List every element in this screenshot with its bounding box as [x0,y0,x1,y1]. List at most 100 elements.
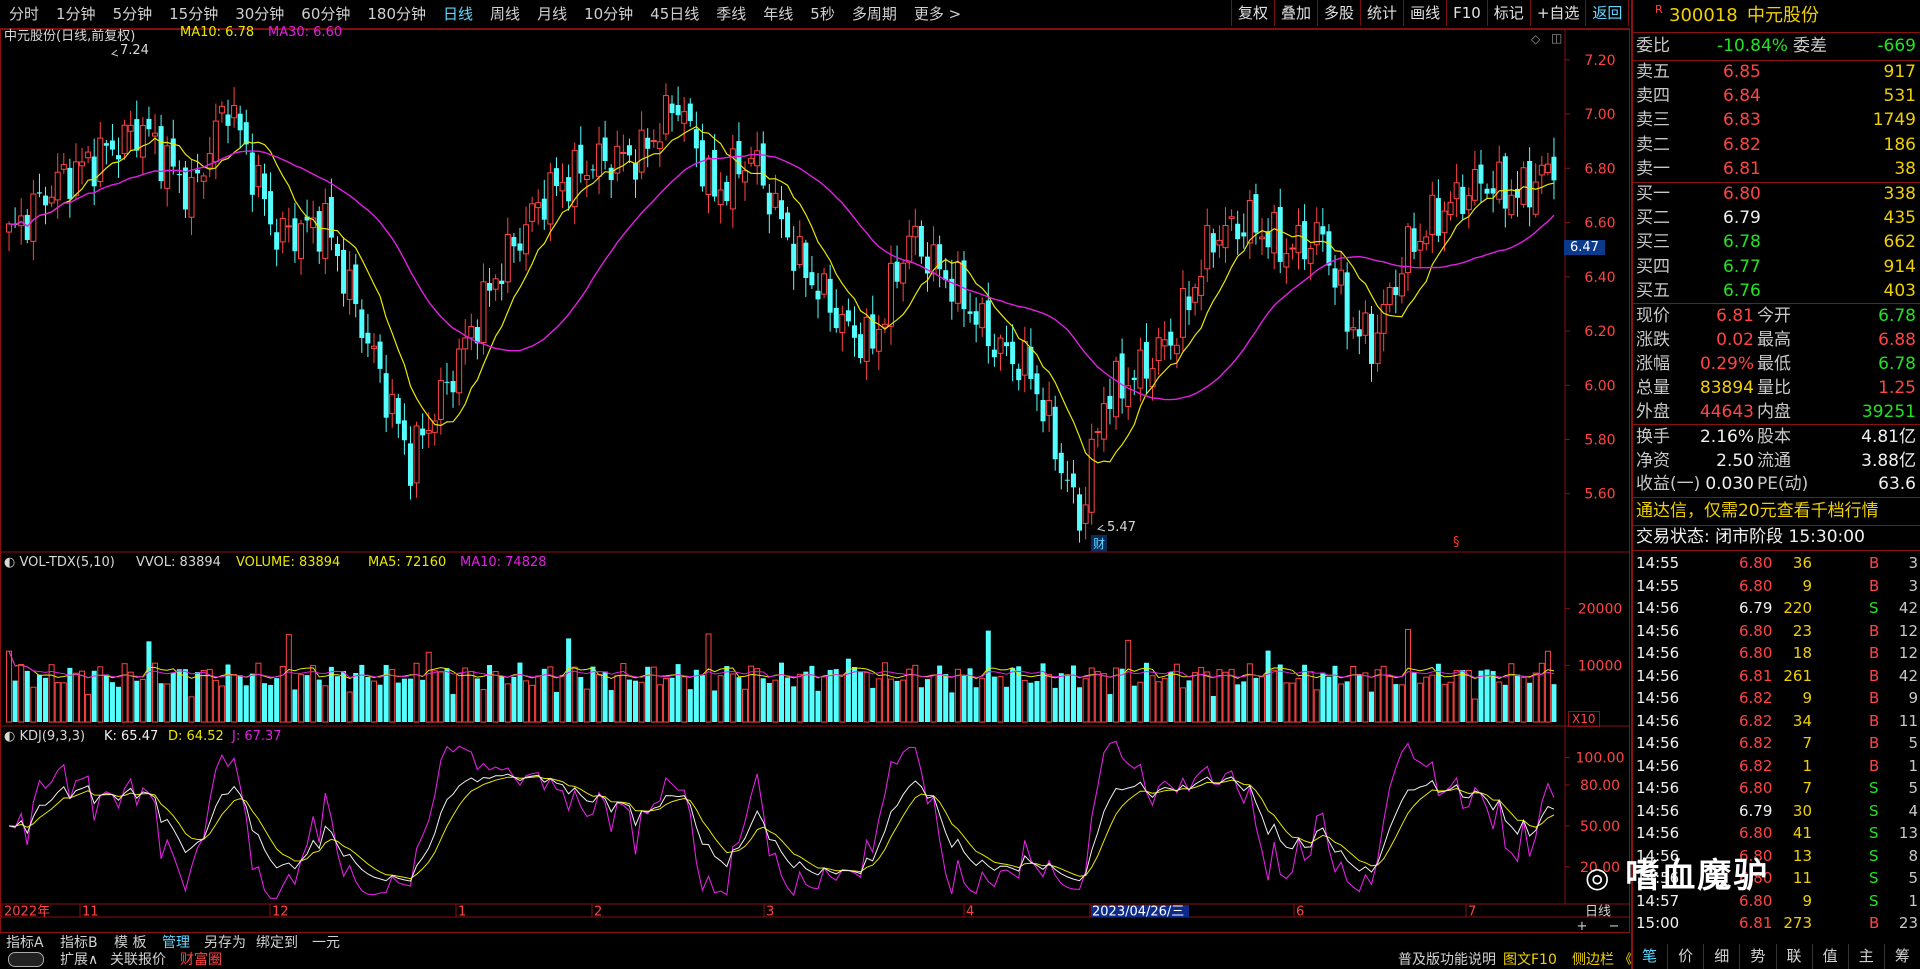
bottom-tab-3[interactable]: 管理 [162,934,190,952]
period-tab-3[interactable]: 15分钟 [160,0,226,28]
side-tab-6[interactable]: 主 [1847,944,1884,969]
period-tab-10[interactable]: 10分钟 [575,0,641,28]
period-tab-2[interactable]: 5分钟 [104,0,161,28]
volume-bar [511,676,517,722]
promo-text[interactable]: 通达信，仅需20元查看千档行情 [1636,500,1879,523]
side-tab-7[interactable]: 筹 [1883,944,1920,969]
stat-label: 净资 [1636,450,1670,471]
side-tab-2[interactable]: 细 [1703,944,1739,969]
level-volume: 186 [1883,134,1916,155]
promo-row[interactable]: 通达信，仅需20元查看千档行情 [1633,500,1920,523]
toolbar-button-2[interactable]: 多股 [1317,0,1362,26]
period-tab-8[interactable]: 周线 [481,0,528,28]
toolbar-button-0[interactable]: 复权 [1231,0,1276,26]
candle-body [420,428,426,436]
candle-body [109,140,115,150]
volume-bar [736,677,742,722]
side-tab-4[interactable]: 联 [1775,944,1812,969]
s-marker[interactable]: § [1453,535,1460,550]
toggle-switch[interactable] [8,952,44,967]
tick-volume: 30 [1792,801,1812,820]
volume-bar [1010,667,1016,722]
volume-bar [1155,681,1162,723]
bottom-tab2-1[interactable]: 关联报价 [110,951,166,969]
x-axis-label: 6 [1296,905,1304,920]
chart-area[interactable]: 7.20 7.00 6.80 6.60 6.40 6.20 6.00 5.80 5.60 2000… [0,25,1630,934]
volume-bar [444,668,450,722]
bottom-tab-4[interactable]: 另存为 [204,934,246,952]
volume-bar [833,669,839,722]
collapse-icon[interactable]: ◐ [4,555,15,570]
bottom-tab2-0[interactable]: 扩展∧ [60,951,98,969]
bottom-tab-6[interactable]: 一元 [312,934,340,952]
candle-body [796,236,803,266]
volume-bar [139,678,146,723]
stat-value: 2.16% [1699,427,1754,447]
tick-price: 6.80 [1739,824,1773,842]
stat-row: 涨跌 0.02 最高 6.88 [1633,329,1920,352]
candle-body [1021,341,1028,376]
chart-svg[interactable]: 7.20 7.00 6.80 6.60 6.40 6.20 6.00 5.80 5.60 2000… [0,29,1630,934]
toolbar-button-3[interactable]: 统计 [1360,0,1405,26]
period-tab-11[interactable]: 45日线 [641,0,707,28]
vol-ma5-legend: MA5: 72160 [368,555,447,570]
level-label: 买五 [1636,280,1670,301]
volume-bar [583,688,590,723]
period-tab-6[interactable]: 180分钟 [358,0,434,28]
period-tab-7[interactable]: 日线 [434,0,481,28]
wechat-icon: ◎ [1585,861,1612,894]
bottom-tab2-2[interactable]: 财富圈 [180,951,222,969]
volume-bar [1283,682,1290,723]
zoom-out-icon[interactable]: − [1609,919,1620,934]
period-tab-12[interactable]: 季线 [707,0,754,28]
level-price: 6.78 [1723,232,1761,253]
period-tab-5[interactable]: 60分钟 [292,0,358,28]
period-tab-13[interactable]: 年线 [754,0,801,28]
f10-link[interactable]: 图文F10 [1503,951,1557,969]
candle-body [200,175,207,182]
toolbar-button-6[interactable]: 标记 [1486,0,1531,26]
side-tab-1[interactable]: 价 [1667,944,1703,969]
period-tab-14[interactable]: 5秒 [801,0,843,28]
collapse-icon[interactable]: ◐ [4,729,15,744]
period-tab-16[interactable]: 更多 > [905,0,969,28]
bottom-tab-5[interactable]: 绑定到 [256,934,298,952]
side-tab-5[interactable]: 值 [1811,944,1848,969]
volume-bar [1179,687,1186,723]
candle-body [1289,247,1296,250]
candle-body [900,262,907,284]
level-price: 6.83 [1723,110,1761,131]
weibi-label: 委比 [1636,36,1670,56]
candle-body [504,233,511,283]
volume-bar [791,686,797,722]
candle-body [1259,236,1266,240]
candle-body [991,349,997,358]
toolbar-button-1[interactable]: 叠加 [1274,0,1319,26]
candle-body [967,311,973,314]
layout-icon[interactable]: ◫ [1551,31,1562,45]
period-tab-1[interactable]: 1分钟 [47,0,104,28]
volume-bar [1471,698,1478,723]
cai-badge[interactable]: 财 [1091,535,1108,552]
volume-bar [1100,673,1107,723]
zoom-in-icon[interactable]: + [1577,919,1588,934]
period-tab-15[interactable]: 多周期 [843,0,905,28]
toolbar-button-5[interactable]: F10 [1446,0,1488,26]
side-tab-0[interactable]: 笔 [1631,944,1667,969]
function-info-link[interactable]: 普及版功能说明 [1398,951,1496,969]
period-tab-4[interactable]: 30分钟 [226,0,292,28]
bottom-tab-2[interactable]: 模 板 [114,934,146,952]
bottom-tab-1[interactable]: 指标B [60,934,98,952]
diamond-icon[interactable]: ◇ [1531,32,1540,46]
candle-body [656,141,663,149]
toolbar-button-7[interactable]: +自选 [1529,0,1587,26]
period-tab-9[interactable]: 月线 [528,0,575,28]
toolbar-button-4[interactable]: 画线 [1403,0,1448,26]
toolbar-button-8[interactable]: 返回 [1585,0,1630,26]
tick-time: 14:55 [1636,554,1680,572]
volume-bar [310,665,317,723]
sidebar-toggle[interactable]: 侧边栏 《 [1572,951,1632,969]
side-tab-3[interactable]: 势 [1739,944,1775,969]
bottom-tab-0[interactable]: 指标A [6,934,44,952]
period-tab-0[interactable]: 分时 [0,0,47,28]
